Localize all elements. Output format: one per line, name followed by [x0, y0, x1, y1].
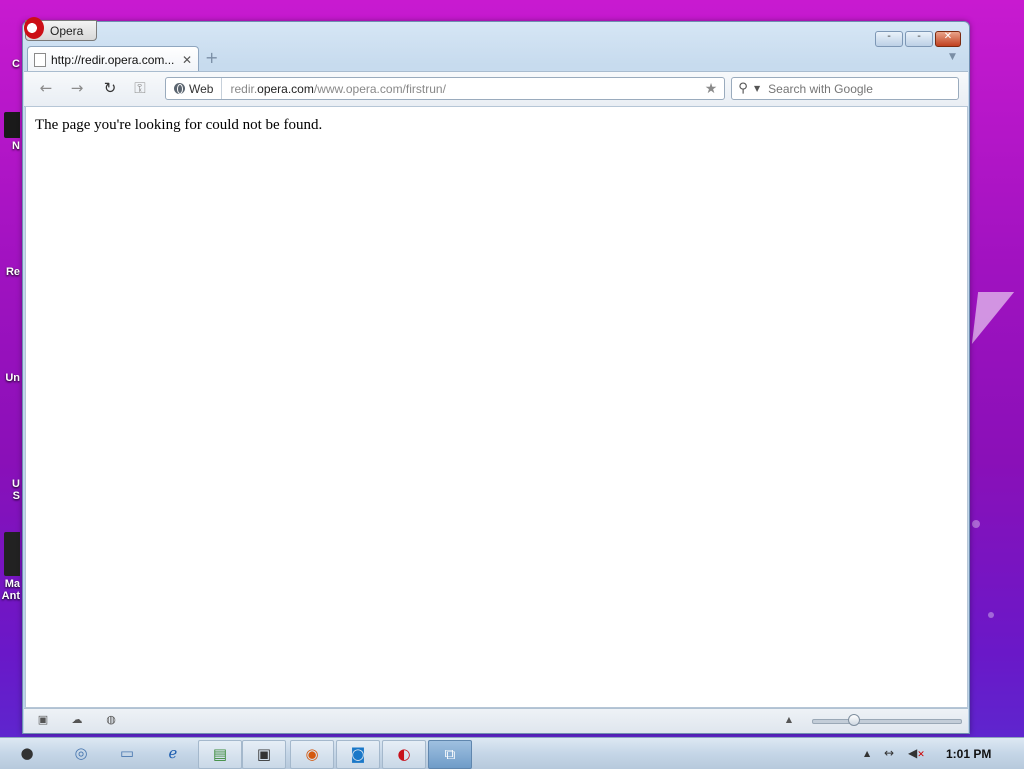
wand-key-button[interactable]: ⚿	[130, 79, 150, 97]
reload-button[interactable]: ↻	[100, 79, 120, 97]
unite-cloud-icon[interactable]: ☁	[70, 714, 84, 726]
search-icon[interactable]: ⚲	[732, 81, 754, 96]
tab-title: http://redir.opera.com...	[51, 52, 175, 67]
tab-close-icon[interactable]: ✕	[180, 53, 194, 67]
network-icon[interactable]: ↔	[884, 746, 894, 760]
desktop-icon[interactable]: US	[0, 478, 20, 508]
new-tab-button[interactable]: +	[205, 50, 221, 66]
maximize-icon: -	[917, 31, 921, 42]
opera-logo-icon	[24, 16, 44, 39]
zoom-slider-handle[interactable]	[848, 714, 860, 726]
turbo-icon[interactable]: ◍	[104, 714, 118, 726]
url-domain: opera.com	[257, 81, 314, 96]
search-input[interactable]	[766, 80, 951, 97]
bookmark-star-icon[interactable]: ★	[702, 81, 720, 97]
desktop-icon[interactable]: C	[0, 58, 20, 74]
app-icon[interactable]: ▤	[198, 740, 242, 769]
globe-icon[interactable]: ◎	[60, 740, 102, 767]
desktop-icon[interactable]: Un	[0, 372, 20, 390]
desktop-icon[interactable]: Ma Ant	[0, 532, 20, 612]
address-prefix-web[interactable]: Web	[166, 78, 223, 99]
tray-up-arrow-icon[interactable]: ▲	[864, 749, 870, 758]
minimize-button[interactable]: -	[875, 31, 903, 47]
desktop-glow	[972, 520, 980, 528]
clock[interactable]: 1:01 PM	[946, 747, 991, 761]
monitor-icon[interactable]: ▣	[242, 740, 286, 769]
close-window-button[interactable]: ✕	[935, 31, 961, 47]
tab-redir-opera[interactable]: http://redir.opera.com... ✕	[27, 46, 199, 72]
navigation-toolbar: ← → ↻ ⚿ Web redir.opera.com/www.opera.co…	[24, 71, 968, 107]
close-icon: ✕	[943, 31, 953, 42]
search-box[interactable]: ⚲ ▼	[731, 77, 959, 100]
chat-icon[interactable]: ◙	[336, 740, 380, 769]
globe-icon	[174, 83, 185, 94]
not-found-message: The page you're looking for could not be…	[35, 117, 323, 133]
status-bar: ▣ ☁ ◍ ▲	[24, 708, 968, 733]
scroll-up-icon[interactable]: ▲	[782, 714, 796, 726]
folder-icon[interactable]: ▭	[106, 740, 148, 767]
address-prefix-label: Web	[189, 81, 214, 96]
desktop-icon[interactable]: Re	[0, 266, 20, 284]
minimize-icon: -	[887, 31, 891, 42]
opera-menu-button[interactable]: Opera	[24, 16, 97, 41]
back-button[interactable]: ←	[36, 79, 56, 97]
apple-icon[interactable]: ●	[6, 740, 48, 767]
url-subdomain: redir.	[230, 81, 258, 96]
address-bar[interactable]: Web redir.opera.com/www.opera.com/firstr…	[165, 77, 725, 100]
panel-toggle-icon[interactable]: ▣	[36, 714, 50, 726]
taskbar: ● ◎ ▭ ℯ ▤ ▣ ◉ ◙ ◐ ⧉ ▲ ↔ ◀✕ 1:01 PM	[0, 737, 1024, 769]
page-icon	[34, 52, 46, 67]
search-engine-dropdown-icon[interactable]: ▼	[754, 84, 760, 93]
internet-icon[interactable]: ℯ	[152, 740, 194, 767]
desktop-glow	[988, 612, 994, 618]
opera-browser-window: Opera - - ✕ ▼ http://redir.opera.com... …	[22, 16, 970, 734]
zoom-slider[interactable]	[812, 719, 962, 724]
url-text[interactable]: redir.opera.com/www.opera.com/firstrun/	[222, 82, 702, 96]
window-switch-icon[interactable]: ⧉	[428, 740, 472, 769]
page-content: The page you're looking for could not be…	[25, 106, 968, 708]
tab-menu-icon[interactable]: ▼	[949, 52, 956, 62]
opera-icon[interactable]: ◐	[382, 740, 426, 769]
volume-muted-icon[interactable]: ◀✕	[908, 746, 925, 760]
maximize-button[interactable]: -	[905, 31, 933, 47]
opera-menu-label: Opera	[50, 23, 84, 38]
firefox-icon[interactable]: ◉	[290, 740, 334, 769]
desktop-icon[interactable]: N	[0, 112, 20, 176]
url-path: /www.opera.com/firstrun/	[313, 81, 446, 96]
forward-button[interactable]: →	[67, 79, 87, 97]
